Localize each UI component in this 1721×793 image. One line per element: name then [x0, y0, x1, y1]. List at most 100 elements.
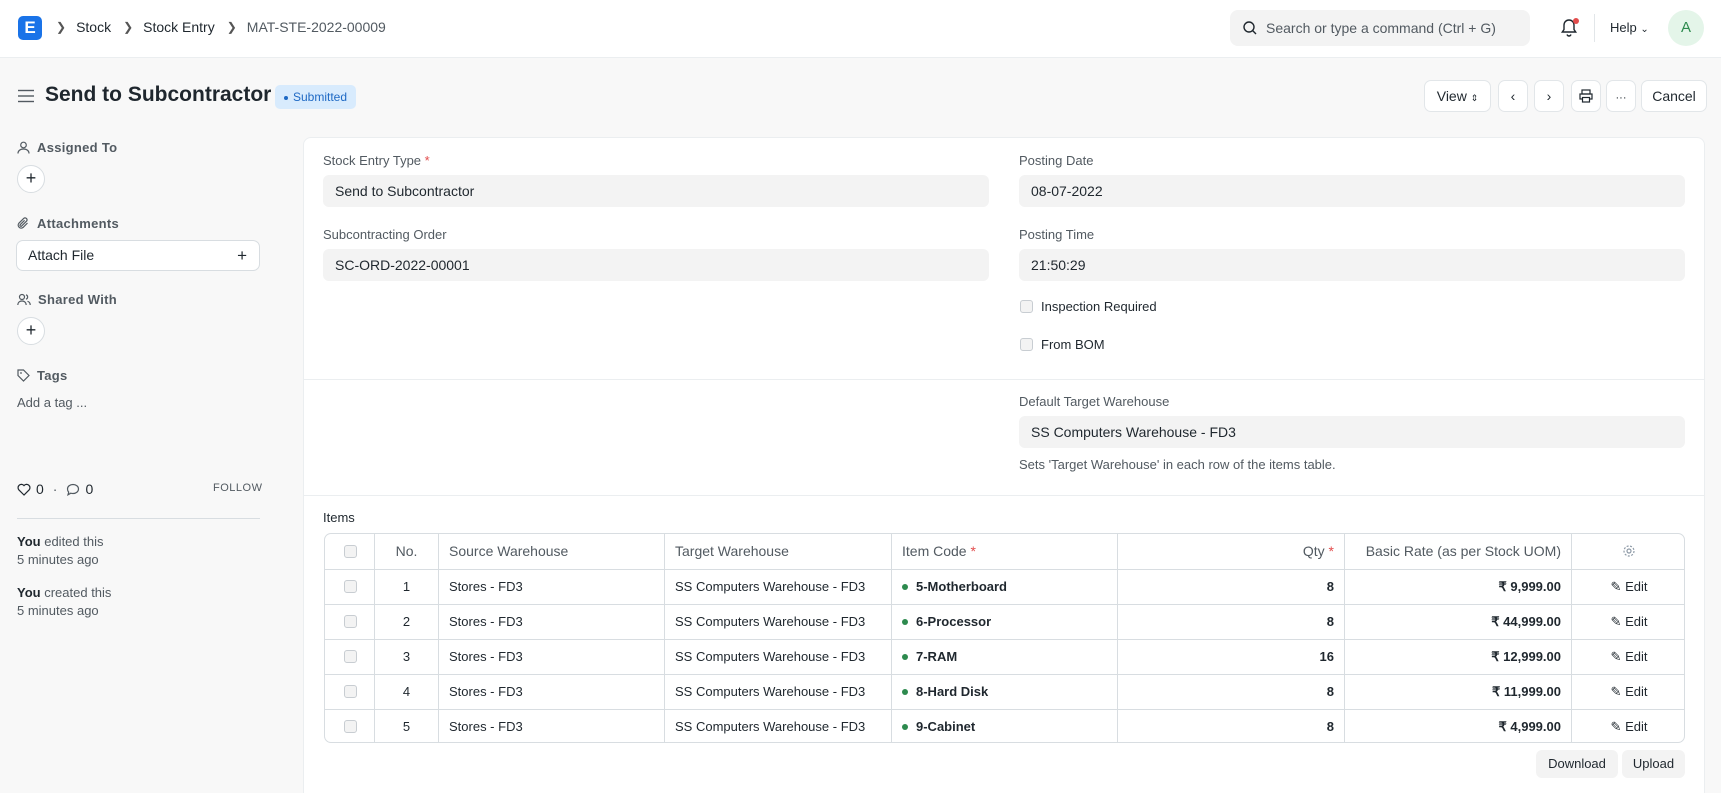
qty-cell[interactable]: 16	[1118, 639, 1345, 674]
search-input[interactable]	[1266, 10, 1521, 46]
item-code: 5-Motherboard	[916, 579, 1007, 594]
table-header-target-warehouse: Target Warehouse	[665, 534, 892, 569]
status-dot	[284, 95, 288, 100]
item-code-header-label: Item Code	[902, 543, 967, 559]
source-warehouse-cell[interactable]: Stores - FD3	[439, 639, 665, 674]
source-warehouse-cell[interactable]: Stores - FD3	[439, 709, 665, 742]
posting-time-label: Posting Time	[1019, 227, 1095, 242]
basic-rate-cell[interactable]: ₹ 44,999.00	[1345, 604, 1572, 639]
row-checkbox[interactable]	[344, 720, 357, 733]
basic-rate-cell[interactable]: ₹ 11,999.00	[1345, 674, 1572, 709]
item-code-cell[interactable]: 7-RAM	[892, 639, 1118, 674]
item-code-cell[interactable]: 8-Hard Disk	[892, 674, 1118, 709]
edit-label: Edit	[1625, 649, 1648, 664]
row-checkbox[interactable]	[344, 615, 357, 628]
add-share-button[interactable]: +	[17, 317, 45, 345]
qty-header-label: Qty	[1302, 543, 1325, 559]
app-logo[interactable]: E	[18, 16, 42, 40]
default-target-warehouse-field[interactable]: SS Computers Warehouse - FD3	[1019, 416, 1685, 448]
sidebar-divider	[17, 518, 260, 519]
row-checkbox[interactable]	[344, 650, 357, 663]
stock-entry-type-field[interactable]: Send to Subcontractor	[323, 175, 989, 207]
download-button[interactable]: Download	[1536, 750, 1618, 778]
from-bom-checkbox[interactable]	[1020, 338, 1033, 351]
row-edit-button[interactable]: ✎ Edit	[1572, 674, 1684, 709]
attach-file-button[interactable]: Attach File +	[16, 240, 260, 271]
chevron-right-icon: ❯	[56, 20, 67, 34]
qty-cell[interactable]: 8	[1118, 604, 1345, 639]
table-settings[interactable]	[1572, 534, 1684, 569]
tags-heading: Tags	[17, 368, 68, 383]
status-dot	[902, 654, 908, 660]
qty-cell[interactable]: 8	[1118, 709, 1345, 742]
required-marker: *	[970, 543, 976, 559]
source-warehouse-cell[interactable]: Stores - FD3	[439, 604, 665, 639]
row-edit-button[interactable]: ✎ Edit	[1572, 709, 1684, 742]
cancel-button[interactable]: Cancel	[1641, 80, 1707, 112]
item-code-cell[interactable]: 5-Motherboard	[892, 569, 1118, 604]
section-divider	[304, 379, 1704, 380]
basic-rate-cell[interactable]: ₹ 12,999.00	[1345, 639, 1572, 674]
breadcrumb-stock-entry[interactable]: Stock Entry	[143, 19, 215, 35]
breadcrumb-stock[interactable]: Stock	[76, 19, 111, 35]
follow-button[interactable]: FOLLOW	[213, 482, 262, 494]
add-assignee-button[interactable]: +	[17, 165, 45, 193]
row-select-cell	[325, 674, 375, 709]
breadcrumb-document[interactable]: MAT-STE-2022-00009	[247, 19, 386, 35]
row-checkbox[interactable]	[344, 685, 357, 698]
more-options-button[interactable]: ···	[1606, 80, 1636, 112]
edit-pencil-icon: ✎	[1610, 649, 1622, 664]
assigned-to-heading: Assigned To	[17, 140, 117, 155]
breadcrumb: ❯ Stock ❯ Stock Entry ❯ MAT-STE-2022-000…	[56, 19, 398, 35]
qty-cell[interactable]: 8	[1118, 569, 1345, 604]
row-edit-button[interactable]: ✎ Edit	[1572, 604, 1684, 639]
target-warehouse-cell[interactable]: SS Computers Warehouse - FD3	[665, 674, 892, 709]
plus-icon: +	[237, 246, 247, 265]
upload-button[interactable]: Upload	[1622, 750, 1685, 778]
subcontracting-order-field[interactable]: SC-ORD-2022-00001	[323, 249, 989, 281]
basic-rate-cell[interactable]: ₹ 9,999.00	[1345, 569, 1572, 604]
row-edit-button[interactable]: ✎ Edit	[1572, 569, 1684, 604]
row-checkbox[interactable]	[344, 580, 357, 593]
previous-button[interactable]: ‹	[1498, 80, 1528, 112]
target-warehouse-cell[interactable]: SS Computers Warehouse - FD3	[665, 569, 892, 604]
basic-rate-cell[interactable]: ₹ 4,999.00	[1345, 709, 1572, 742]
activity-action: created this	[44, 585, 112, 600]
separator-dot: ·	[52, 481, 58, 497]
target-warehouse-cell[interactable]: SS Computers Warehouse - FD3	[665, 604, 892, 639]
table-header-item-code: Item Code *	[892, 534, 1118, 569]
chevron-down-icon: ⌄	[1640, 24, 1649, 35]
row-edit-button[interactable]: ✎ Edit	[1572, 639, 1684, 674]
item-code-cell[interactable]: 9-Cabinet	[892, 709, 1118, 742]
heart-icon[interactable]	[17, 483, 31, 496]
search-bar[interactable]	[1230, 10, 1530, 46]
add-tag-link[interactable]: Add a tag ...	[17, 395, 87, 410]
notification-dot	[1573, 18, 1579, 24]
posting-time-field[interactable]: 21:50:29	[1019, 249, 1685, 281]
status-badge: Submitted	[275, 85, 357, 109]
table-header-qty: Qty *	[1118, 534, 1345, 569]
comment-icon[interactable]	[66, 483, 80, 496]
edit-label: Edit	[1625, 579, 1648, 594]
qty-cell[interactable]: 8	[1118, 674, 1345, 709]
posting-date-field[interactable]: 08-07-2022	[1019, 175, 1685, 207]
target-warehouse-cell[interactable]: SS Computers Warehouse - FD3	[665, 639, 892, 674]
default-target-warehouse-label: Default Target Warehouse	[1019, 394, 1170, 409]
plus-icon: +	[25, 168, 37, 188]
source-warehouse-cell[interactable]: Stores - FD3	[439, 674, 665, 709]
print-button[interactable]	[1571, 80, 1601, 112]
source-warehouse-cell[interactable]: Stores - FD3	[439, 569, 665, 604]
next-button[interactable]: ›	[1534, 80, 1564, 112]
help-menu[interactable]: Help ⌄	[1610, 20, 1649, 35]
item-code-cell[interactable]: 6-Processor	[892, 604, 1118, 639]
status-dot	[902, 724, 908, 730]
sidebar-toggle-icon[interactable]	[18, 89, 34, 103]
inspection-required-checkbox[interactable]	[1020, 300, 1033, 313]
status-dot	[902, 619, 908, 625]
sort-icon: ⇕	[1470, 93, 1479, 103]
activity-item: You edited this 5 minutes ago	[17, 533, 103, 569]
user-avatar[interactable]: A	[1668, 10, 1704, 46]
view-button[interactable]: View ⇕	[1424, 80, 1491, 112]
target-warehouse-cell[interactable]: SS Computers Warehouse - FD3	[665, 709, 892, 742]
select-all-checkbox[interactable]	[344, 545, 357, 558]
